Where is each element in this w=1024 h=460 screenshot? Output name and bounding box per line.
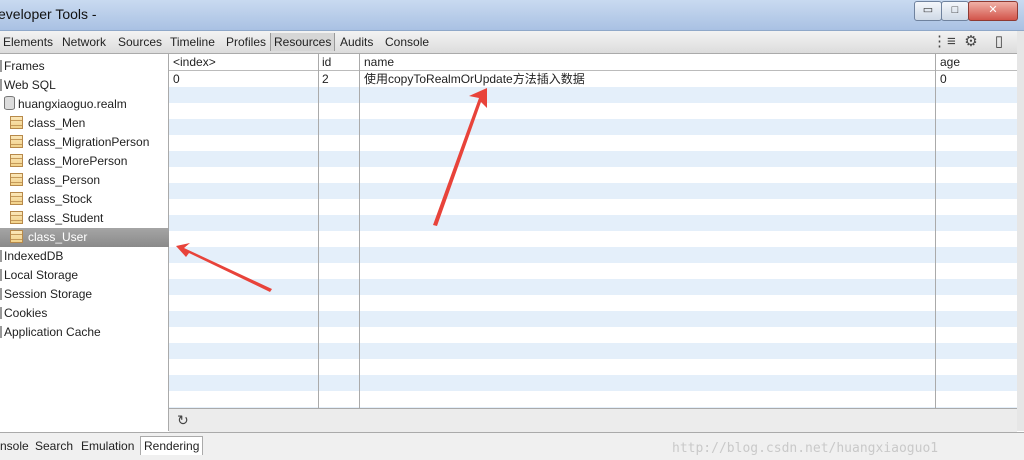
sidebar-item-application-cache[interactable]: Application Cache <box>0 323 168 342</box>
drawer-tab-emulation[interactable]: Emulation <box>78 437 137 455</box>
sidebar-item-table[interactable]: class_Student <box>0 209 178 228</box>
storage-icon <box>0 288 2 300</box>
grid-status-bar: ↻ <box>169 408 1017 432</box>
column-divider[interactable] <box>318 54 319 408</box>
minimize-button[interactable]: ▭ <box>914 1 942 21</box>
title-bar: eveloper Tools - ▭ □ ✕ <box>0 0 1024 31</box>
database-icon <box>0 250 2 262</box>
vertical-scrollbar[interactable] <box>1017 31 1024 431</box>
window-title: eveloper Tools - <box>0 6 97 22</box>
sidebar-item-cookies[interactable]: Cookies <box>0 304 168 323</box>
resources-sidebar: Frames Web SQL huangxiaoguo.realm class_… <box>0 54 178 431</box>
sidebar-item-table[interactable]: class_Stock <box>0 190 178 209</box>
cache-icon <box>0 326 2 338</box>
drawer-tab-rendering[interactable]: Rendering <box>140 436 204 455</box>
database-icon <box>0 79 2 91</box>
sidebar-item-web-sql[interactable]: Web SQL <box>0 76 168 95</box>
grid-header: <index> id name age <box>169 54 1017 71</box>
tab-resources[interactable]: Resources <box>270 33 336 51</box>
tab-sources[interactable]: Sources <box>115 33 165 51</box>
sidebar-item-table[interactable]: class_Person <box>0 171 178 190</box>
console-drawer-icon[interactable]: ⋮≡ <box>932 33 956 51</box>
table-icon <box>10 116 23 129</box>
table-icon <box>10 135 23 148</box>
table-icon <box>10 192 23 205</box>
dock-icon[interactable]: ▯ <box>990 33 1008 51</box>
sidebar-item-table[interactable]: class_Men <box>0 114 178 133</box>
cell-name: 使用copyToRealmOrUpdate方法插入数据 <box>364 72 585 86</box>
sidebar-item-table[interactable]: class_MorePerson <box>0 152 178 171</box>
sidebar-item-session-storage[interactable]: Session Storage <box>0 285 168 304</box>
panel-tabs-toolbar: Elements Network Sources Timeline Profil… <box>0 31 1024 54</box>
cookie-icon <box>0 307 2 319</box>
table-icon <box>10 230 23 243</box>
drawer-tab-console[interactable]: nsole <box>0 437 32 455</box>
sidebar-item-indexeddb[interactable]: IndexedDB <box>0 247 168 266</box>
refresh-icon[interactable]: ↻ <box>177 412 189 429</box>
column-header-name[interactable]: name <box>360 54 394 70</box>
column-header-index[interactable]: <index> <box>169 54 216 70</box>
column-header-age[interactable]: age <box>936 54 960 70</box>
drawer-tab-search[interactable]: Search <box>32 437 76 455</box>
tab-timeline[interactable]: Timeline <box>167 33 218 51</box>
tab-elements[interactable]: Elements <box>0 33 56 51</box>
tab-network[interactable]: Network <box>59 33 109 51</box>
maximize-button[interactable]: □ <box>941 1 969 21</box>
tab-console[interactable]: Console <box>382 33 432 51</box>
database-icon <box>4 96 15 110</box>
watermark: http://blog.csdn.net/huangxiaoguo1 <box>672 441 939 456</box>
sidebar-item-frames[interactable]: Frames <box>0 57 168 76</box>
column-divider[interactable] <box>359 54 360 408</box>
gear-icon[interactable]: ⚙ <box>962 33 980 51</box>
drawer-tabs: nsole Search Emulation Rendering http://… <box>0 432 1024 460</box>
sidebar-item-database[interactable]: huangxiaoguo.realm <box>0 95 172 114</box>
table-icon <box>10 154 23 167</box>
storage-icon <box>0 269 2 281</box>
sidebar-item-local-storage[interactable]: Local Storage <box>0 266 168 285</box>
sidebar-item-table-selected[interactable]: class_User <box>0 228 178 247</box>
tab-profiles[interactable]: Profiles <box>223 33 269 51</box>
sidebar-item-table[interactable]: class_MigrationPerson <box>0 133 178 152</box>
frame-icon <box>0 60 2 72</box>
column-divider[interactable] <box>935 54 936 408</box>
column-header-id[interactable]: id <box>318 54 331 70</box>
close-button[interactable]: ✕ <box>968 1 1018 21</box>
table-icon <box>10 173 23 186</box>
table-icon <box>10 211 23 224</box>
cell-index: 0 <box>173 72 180 86</box>
cell-age: 0 <box>940 72 947 86</box>
data-grid: <index> id name age 0 2 使用copyToRealmOrU… <box>169 54 1017 408</box>
cell-id: 2 <box>322 72 329 86</box>
tab-audits[interactable]: Audits <box>337 33 376 51</box>
